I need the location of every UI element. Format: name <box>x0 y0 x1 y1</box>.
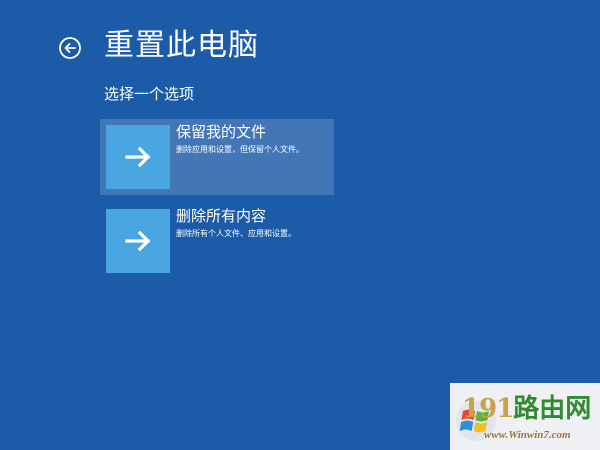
option-description: 删除应用和设置，但保留个人文件。 <box>176 145 304 154</box>
option-title: 保留我的文件 <box>176 123 267 141</box>
subtitle: 选择一个选项 <box>104 85 195 103</box>
back-arrow-circle-icon <box>59 37 81 59</box>
option-description: 删除所有个人文件、应用和设置。 <box>176 229 296 238</box>
option-title: 删除所有内容 <box>176 207 267 225</box>
page-title: 重置此电脑 <box>104 28 259 63</box>
back-button[interactable] <box>58 36 82 60</box>
watermark-url: www.Winwin7.com <box>484 429 571 441</box>
arrow-right-icon <box>125 230 151 252</box>
option-tile <box>106 125 170 189</box>
option-remove-everything[interactable]: 删除所有内容 删除所有个人文件、应用和设置。 <box>100 203 334 279</box>
watermark: 191路由网 www.Winwin7.com <box>450 383 600 450</box>
brand-text: 路由网 <box>513 394 592 424</box>
option-tile <box>106 209 170 273</box>
brand-number: 191 <box>462 394 514 424</box>
option-keep-my-files[interactable]: 保留我的文件 删除应用和设置，但保留个人文件。 <box>100 119 334 195</box>
arrow-right-icon <box>125 146 151 168</box>
